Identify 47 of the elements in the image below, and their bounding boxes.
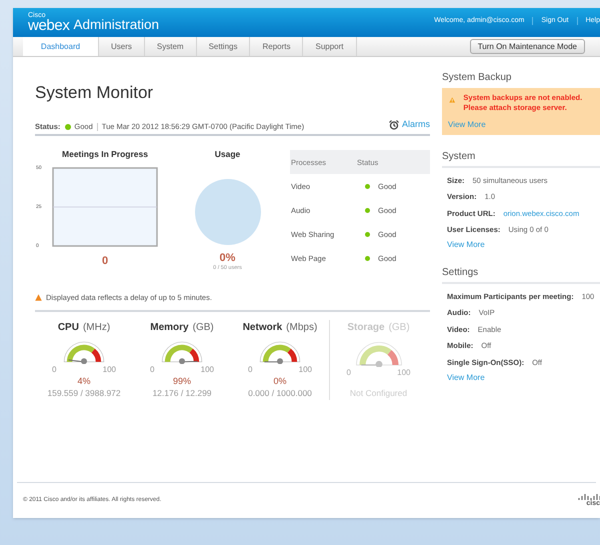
warning-icon [35, 294, 42, 302]
nav-tab[interactable]: Users [99, 37, 145, 56]
gauge-min: 0 [52, 364, 56, 376]
page-title: System Monitor [35, 83, 154, 103]
view-more-link[interactable]: View More [448, 119, 594, 131]
section-title: Settings [442, 265, 600, 284]
chart-title: Meetings In Progress [62, 148, 148, 161]
logo-bars-icon [578, 494, 600, 500]
gauge-max: 100 [200, 364, 214, 376]
gauge-title: Storage [347, 320, 385, 334]
nav-tab[interactable]: Dashboard [23, 37, 99, 56]
brand-logo: webex [28, 19, 70, 32]
gauge-min: 0 [150, 364, 154, 376]
gauge-unit: (Mbps) [286, 320, 318, 334]
view-more-link[interactable]: View More [447, 239, 600, 251]
gauge-max: 100 [102, 364, 116, 376]
gauge-min: 0 [248, 364, 252, 376]
gauge-max: 100 [298, 364, 312, 376]
gauge-unit: (GB) [192, 320, 214, 334]
alarms-link[interactable]: Alarms [402, 118, 430, 132]
alarm-clock-icon [388, 120, 399, 130]
gauge-percent: 99% [172, 376, 191, 387]
maintenance-button[interactable]: Turn On Maintenance Mode [470, 39, 585, 54]
gauge-detail: 12.176 / 12.299 [152, 386, 212, 400]
nav-tab[interactable]: Support [303, 37, 357, 56]
nav-tab[interactable]: Reports [250, 37, 304, 56]
gauge-title: CPU [58, 320, 79, 334]
gauge-unit: (MHz) [82, 320, 110, 334]
section-title: System Backup [442, 71, 512, 85]
usage-percent: 0% [220, 253, 236, 264]
gauge-max: 100 [397, 367, 410, 380]
gauge-min: 0 [346, 367, 351, 380]
gauge-detail: 159.559 / 3988.972 [47, 386, 121, 400]
usage-pie-drawing [194, 179, 260, 245]
view-more-link[interactable]: View More [447, 372, 600, 384]
nav-tab[interactable]: Settings [196, 37, 250, 56]
meetings-count: 0 [102, 254, 108, 269]
warning-icon [449, 95, 456, 105]
section-title: System [442, 149, 600, 168]
nav-tab[interactable]: System [144, 37, 197, 56]
gauge-title: Memory [150, 320, 189, 334]
gauge-title: Network [242, 320, 282, 334]
gauge-percent: 0% [273, 376, 286, 387]
gauge-percent: 4% [77, 376, 90, 387]
gauge-detail: 0.000 / 1000.000 [248, 386, 312, 400]
chart-title: Usage [214, 148, 240, 161]
app-title: Administration [73, 18, 160, 32]
